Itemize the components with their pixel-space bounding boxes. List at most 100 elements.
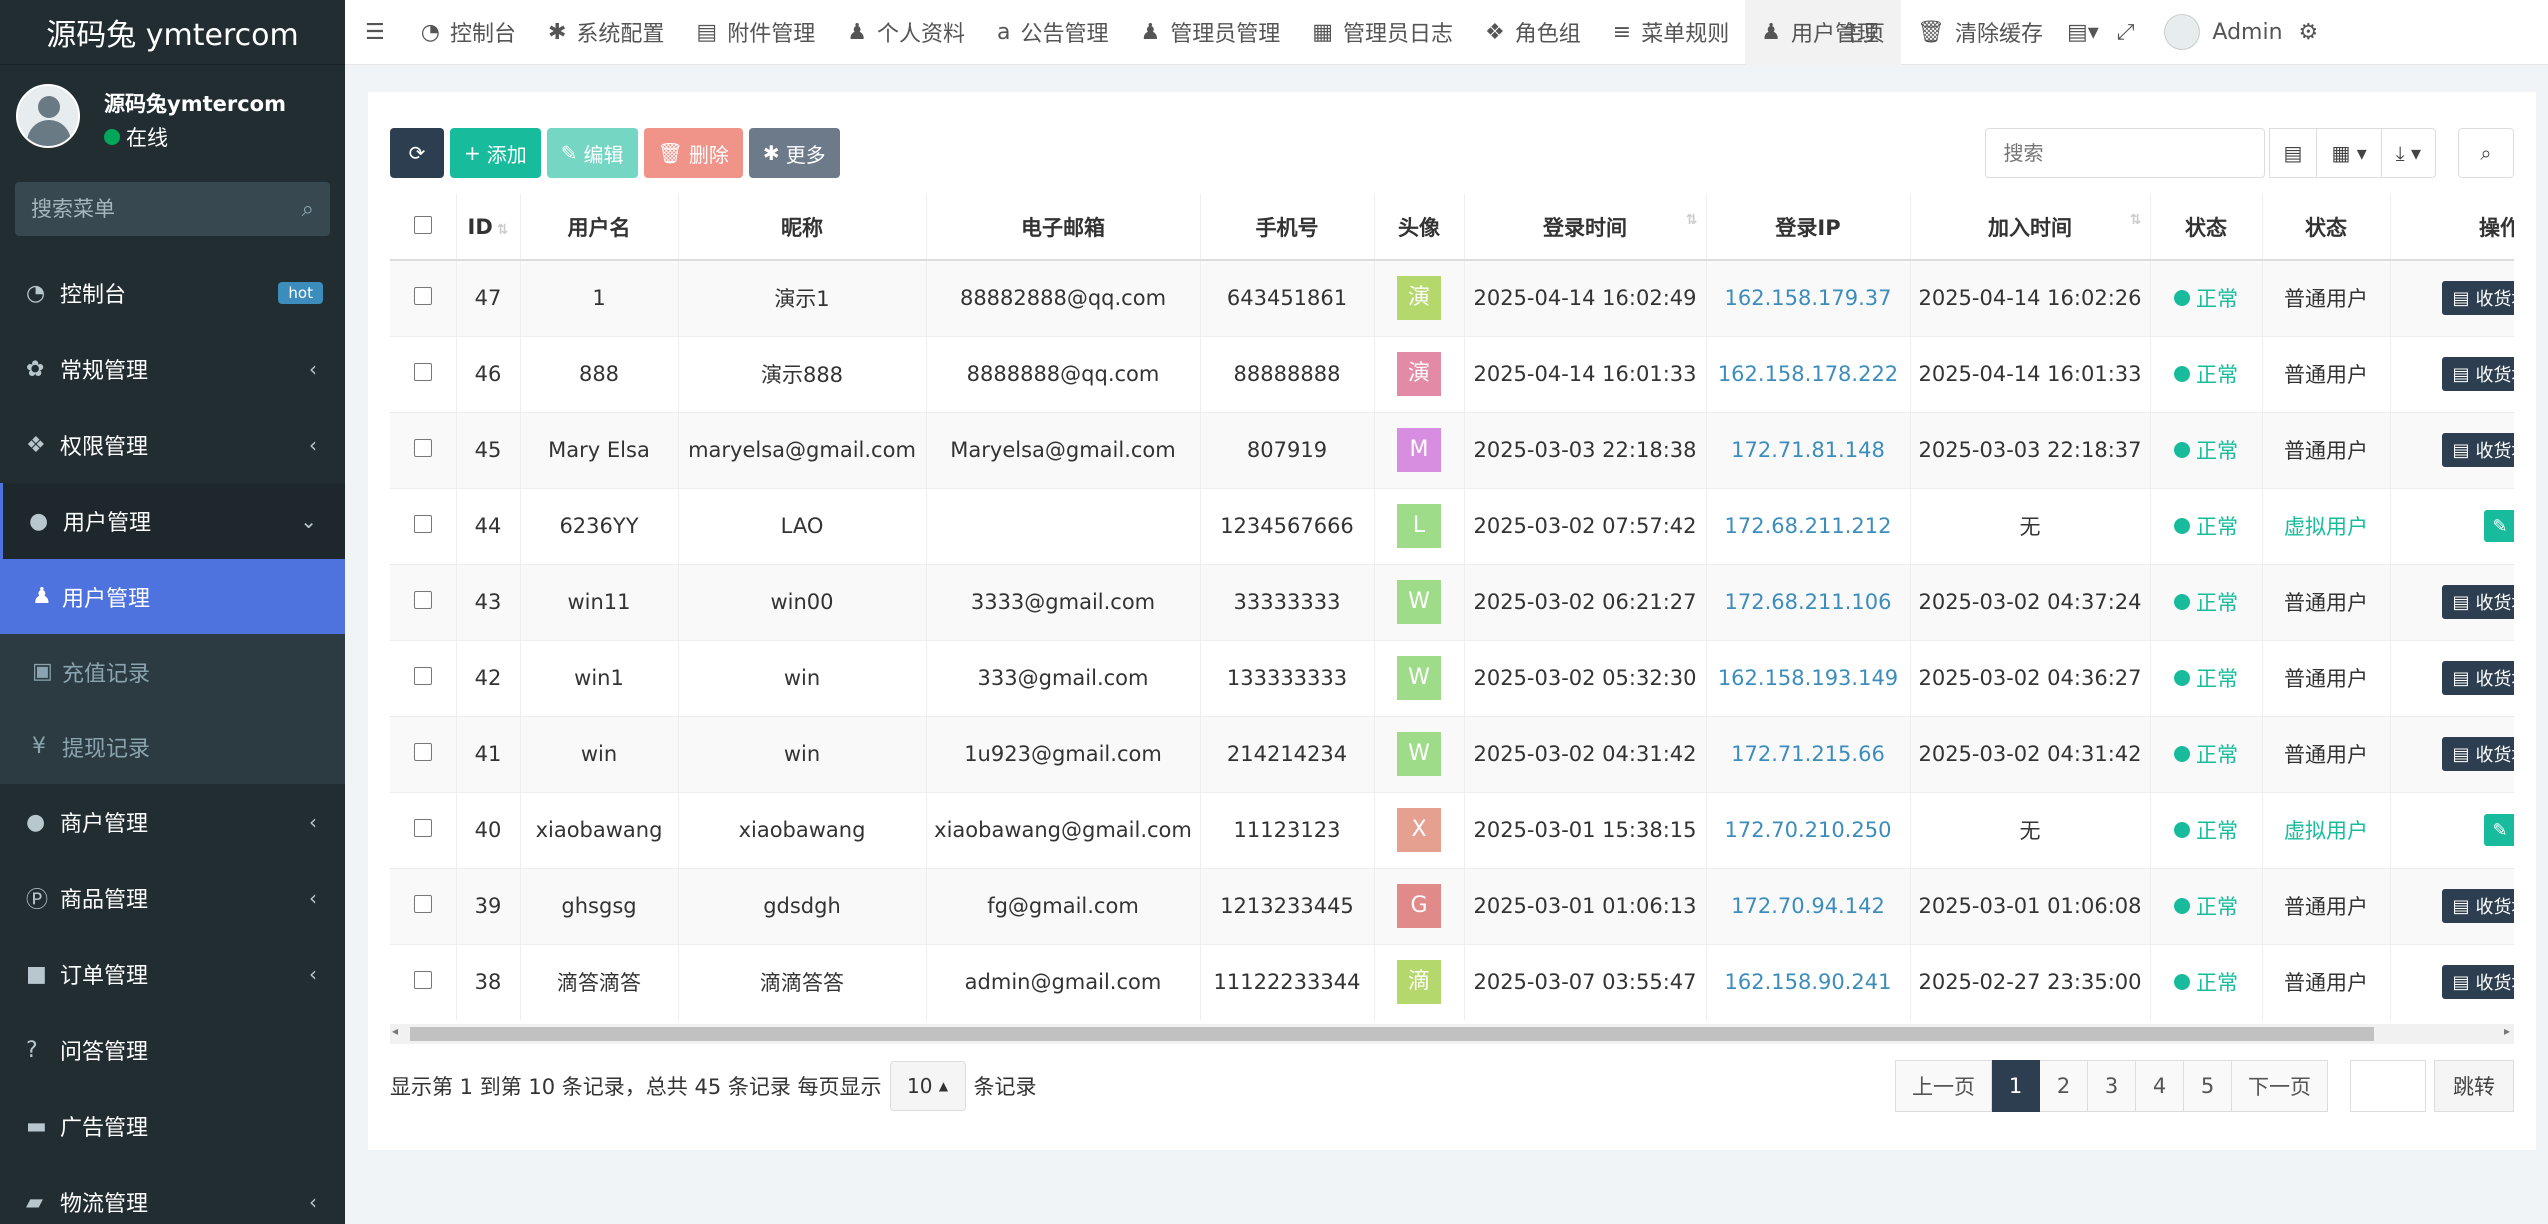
avatar[interactable]: W: [1397, 656, 1441, 700]
more-button[interactable]: ✱ 更多: [748, 128, 840, 178]
settings-button[interactable]: ⚙: [2293, 0, 2325, 65]
sidebar-toggle[interactable]: ☰: [345, 0, 405, 65]
sidebar-subitem-recharge[interactable]: ▣ 充值记录: [0, 634, 345, 709]
page-button[interactable]: 5: [2184, 1060, 2232, 1112]
sidebar-subitem-withdraw[interactable]: ¥ 提现记录: [0, 709, 345, 784]
address-button[interactable]: ▤收货地址: [2442, 737, 2514, 771]
address-button[interactable]: ▤收货地址: [2442, 889, 2514, 923]
tab-rule[interactable]: ≡ 菜单规则: [1597, 0, 1745, 65]
row-checkbox[interactable]: [413, 743, 432, 761]
row-checkbox[interactable]: [413, 591, 432, 609]
row-checkbox[interactable]: [413, 895, 432, 913]
table-row[interactable]: 47 1 演示1 88882888@qq.com 643451861 演 2025-04-1…: [390, 259, 2514, 336]
table-row[interactable]: 39 ghsgsg gdsdgh fg@gmail.com 1213233445 G 202…: [390, 867, 2514, 944]
page-button[interactable]: 2: [2040, 1060, 2088, 1112]
select-all-checkbox[interactable]: [413, 215, 432, 234]
avatar[interactable]: G: [1397, 884, 1441, 928]
tab-attachment[interactable]: ▤ 附件管理: [680, 0, 831, 65]
sidebar-item-logistics[interactable]: ▰ 物流管理 ‹: [0, 1164, 345, 1224]
avatar[interactable]: 演: [1397, 276, 1441, 321]
login-ip-link[interactable]: 172.68.211.212: [1725, 514, 1892, 538]
sidebar-item-order[interactable]: ■ 订单管理 ‹: [0, 936, 345, 1012]
page-size-dropdown[interactable]: 10 ▲: [889, 1061, 966, 1111]
tab-admin[interactable]: ♟ 管理员管理: [1124, 0, 1296, 65]
home-label[interactable]: 主页: [1841, 16, 1885, 48]
jump-page-input[interactable]: [2350, 1060, 2426, 1112]
language-dropdown[interactable]: ▤▾: [2059, 0, 2107, 65]
avatar[interactable]: L: [1397, 504, 1441, 548]
status-badge[interactable]: 正常: [2174, 663, 2238, 693]
table-search-input[interactable]: [1984, 128, 2265, 178]
login-ip-link[interactable]: 172.71.215.66: [1731, 742, 1885, 766]
col-login-time[interactable]: 登录时间 ⇅: [1464, 194, 1707, 261]
next-page-button[interactable]: 下一页: [2232, 1060, 2328, 1112]
delete-button[interactable]: 🗑 删除: [643, 128, 743, 178]
tab-config[interactable]: ✱ 系统配置: [532, 0, 680, 65]
tab-notice[interactable]: a 公告管理: [981, 0, 1125, 65]
status-badge[interactable]: 正常: [2174, 587, 2238, 617]
tab-dashboard[interactable]: ◔ 控制台: [405, 0, 532, 65]
user-avatar[interactable]: [16, 84, 80, 148]
status-badge[interactable]: 正常: [2174, 359, 2238, 389]
scrollbar-thumb[interactable]: [410, 1027, 2374, 1041]
login-ip-link[interactable]: 172.70.94.142: [1731, 894, 1885, 918]
avatar[interactable]: W: [1397, 580, 1441, 624]
login-ip-link[interactable]: 172.71.81.148: [1731, 438, 1885, 462]
row-checkbox[interactable]: [413, 439, 432, 457]
table-row[interactable]: 43 win11 win00 3333@gmail.com 33333333 W 2025-…: [390, 563, 2514, 640]
login-ip-link[interactable]: 162.158.193.149: [1718, 666, 1898, 690]
sidebar-item-qa[interactable]: ? 问答管理: [0, 1012, 345, 1088]
sidebar-item-merchant[interactable]: ● 商户管理 ‹: [0, 784, 345, 860]
avatar[interactable]: M: [1397, 428, 1441, 472]
address-button[interactable]: ▤收货地址: [2442, 965, 2514, 1000]
tab-admin-log[interactable]: ▦ 管理员日志: [1296, 0, 1469, 65]
login-ip-link[interactable]: 162.158.179.37: [1725, 286, 1892, 310]
tab-user[interactable]: ♟ 用户管理 主页: [1745, 0, 1901, 65]
jump-button[interactable]: 跳转: [2434, 1060, 2514, 1112]
sidebar-item-auth[interactable]: ❖ 权限管理 ‹: [0, 407, 345, 483]
table-row[interactable]: 46 888 演示888 8888888@qq.com 88888888 演 2025-04…: [390, 335, 2514, 412]
status-badge[interactable]: 正常: [2174, 739, 2238, 769]
col-join-time[interactable]: 加入时间 ⇅: [1910, 194, 2151, 261]
row-checkbox[interactable]: [413, 819, 432, 837]
row-checkbox[interactable]: [413, 363, 432, 381]
edit-icon[interactable]: ✎: [2484, 814, 2514, 846]
table-row[interactable]: 38 滴答滴答 滴滴答答 admin@gmail.com 11122233344 滴 202…: [390, 943, 2514, 1020]
page-button[interactable]: 4: [2136, 1060, 2184, 1112]
status-badge[interactable]: 正常: [2174, 435, 2238, 465]
scroll-right-icon[interactable]: ▸: [2504, 1024, 2510, 1038]
sidebar-item-ads[interactable]: ▬ 广告管理: [0, 1088, 345, 1164]
status-badge[interactable]: 正常: [2174, 511, 2238, 541]
sidebar-item-user[interactable]: ● 用户管理 ⌄: [0, 483, 345, 559]
clear-cache-button[interactable]: 🗑 清除缓存: [1901, 0, 2059, 65]
table-row[interactable]: 40 xiaobawang xiaobawang xiaobawang@gmail.c…: [390, 791, 2514, 868]
sidebar-item-product[interactable]: Ⓟ 商品管理 ‹: [0, 860, 345, 936]
table-row[interactable]: 44 6236YY LAO 1234567666 L 2025-03-02 07:57:4…: [390, 487, 2514, 564]
page-button[interactable]: 3: [2088, 1060, 2136, 1112]
address-button[interactable]: ▤收货地址: [2442, 357, 2514, 391]
prev-page-button[interactable]: 上一页: [1895, 1060, 1992, 1112]
add-button[interactable]: + 添加: [450, 128, 541, 178]
refresh-button[interactable]: ⟳: [390, 128, 444, 178]
col-id[interactable]: ID ⇅: [456, 194, 521, 261]
address-button[interactable]: ▤收货地址: [2442, 281, 2514, 316]
columns-button[interactable]: ▦ ▾: [2317, 128, 2382, 178]
login-ip-link[interactable]: 162.158.178.222: [1718, 362, 1898, 386]
fullscreen-button[interactable]: ⤢: [2107, 0, 2145, 65]
address-button[interactable]: ▤收货地址: [2442, 585, 2514, 619]
status-badge[interactable]: 正常: [2174, 891, 2238, 921]
row-checkbox[interactable]: [413, 515, 432, 533]
row-checkbox[interactable]: [413, 667, 432, 685]
scroll-left-icon[interactable]: ◂: [392, 1024, 398, 1038]
row-checkbox[interactable]: [413, 287, 432, 306]
edit-button[interactable]: ✎ 编辑: [546, 128, 638, 178]
row-checkbox[interactable]: [413, 971, 432, 990]
horizontal-scrollbar[interactable]: ◂ ▸: [390, 1024, 2514, 1044]
login-ip-link[interactable]: 172.68.211.106: [1725, 590, 1892, 614]
common-search-button[interactable]: ⌕: [2458, 128, 2514, 178]
sidebar-item-general[interactable]: ✿ 常规管理 ‹: [0, 331, 345, 407]
login-ip-link[interactable]: 162.158.90.241: [1725, 970, 1892, 994]
avatar[interactable]: X: [1397, 808, 1441, 852]
address-button[interactable]: ▤收货地址: [2442, 661, 2514, 695]
edit-icon[interactable]: ✎: [2484, 510, 2514, 542]
